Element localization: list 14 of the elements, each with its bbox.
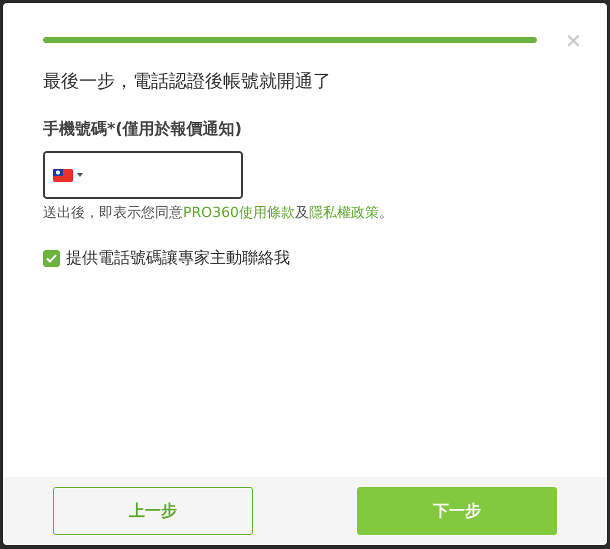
phone-label: 手機號碼*(僅用於報價通知) xyxy=(43,118,243,140)
close-button[interactable]: × xyxy=(565,30,582,50)
phone-input-field[interactable] xyxy=(43,151,243,199)
terms-link[interactable]: PRO360使用條款 xyxy=(183,205,295,221)
consent-text: 送出後，即表示您同意PRO360使用條款及隱私權政策。 xyxy=(43,204,394,223)
caret-icon[interactable] xyxy=(77,173,83,177)
dialog-title: 最後一步，電話認證後帳號就開通了 xyxy=(43,70,332,94)
flag-icon[interactable] xyxy=(53,168,73,182)
check-icon xyxy=(46,254,57,262)
next-button[interactable]: 下一步 xyxy=(357,487,557,535)
privacy-link[interactable]: 隱私權政策 xyxy=(308,205,379,221)
back-button[interactable]: 上一步 xyxy=(53,487,253,535)
checkbox-label: 提供電話號碼讓專家主動聯絡我 xyxy=(66,247,290,269)
checkbox[interactable] xyxy=(43,250,60,266)
